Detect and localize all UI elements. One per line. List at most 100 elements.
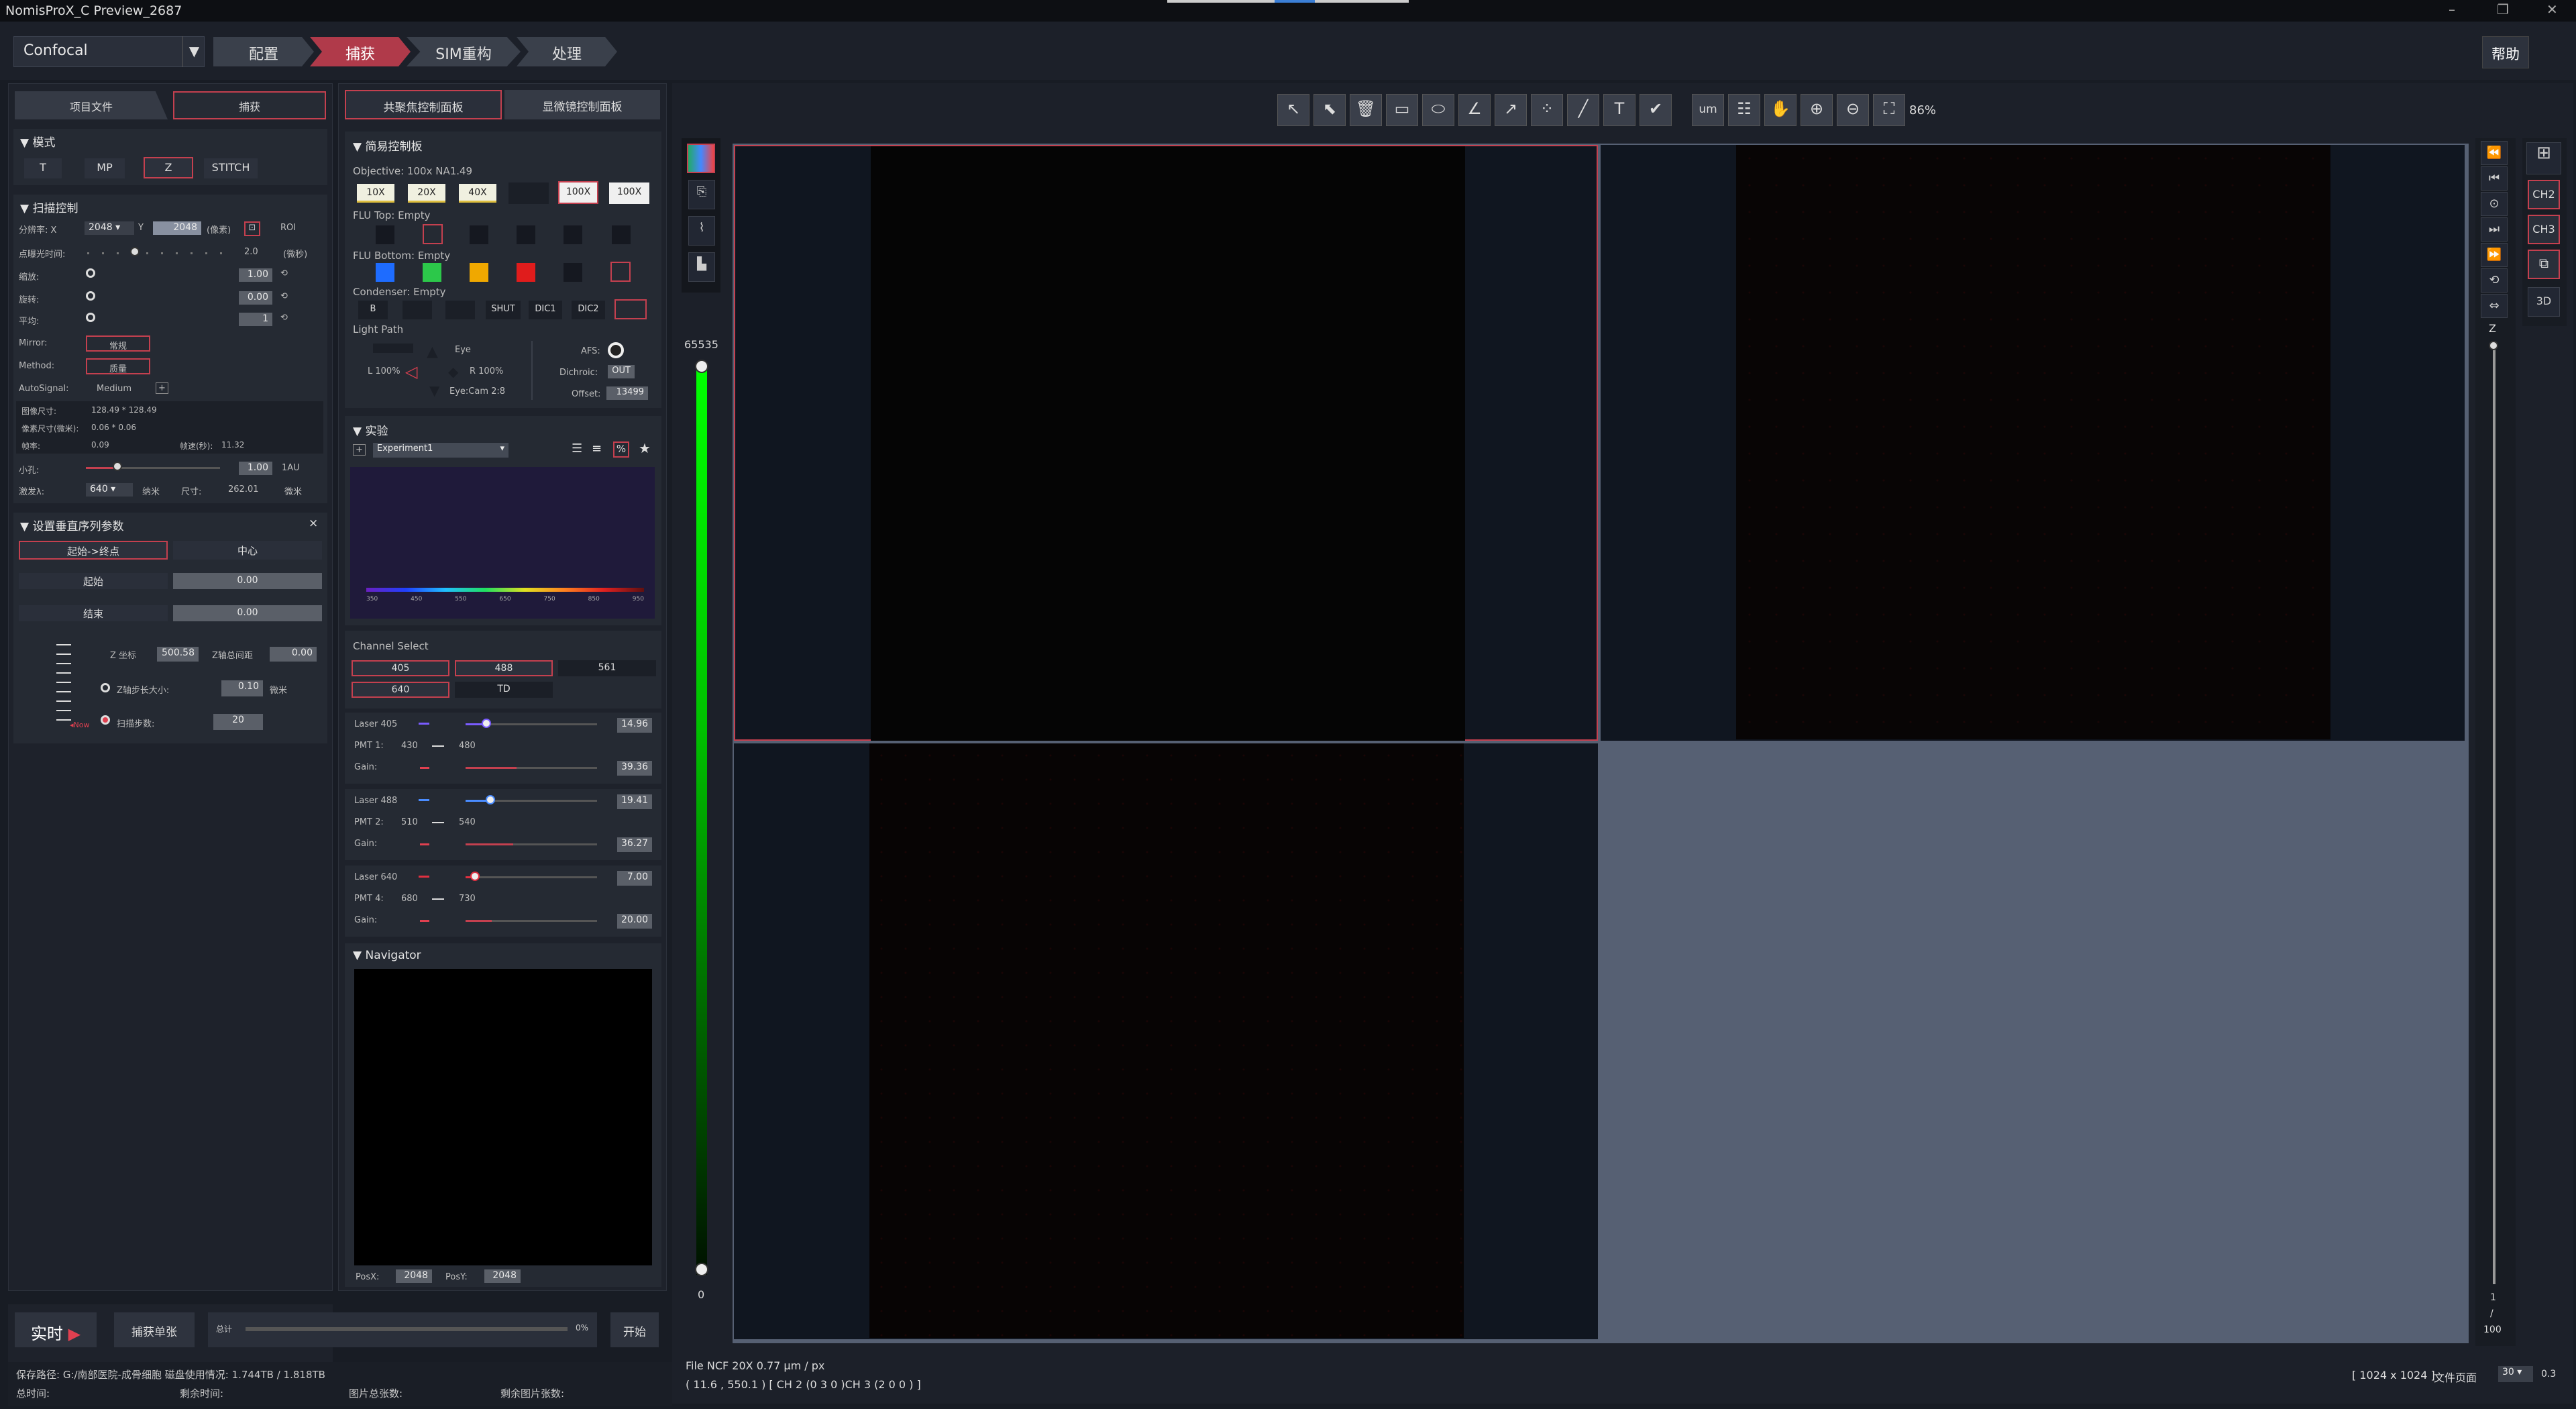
- next-frame-icon[interactable]: ⏭: [2481, 217, 2508, 242]
- dwell-knob[interactable]: [130, 247, 140, 256]
- start-button[interactable]: 开始: [610, 1312, 659, 1347]
- mirror-select[interactable]: 常规: [86, 335, 150, 352]
- pmt-low[interactable]: 430: [401, 741, 418, 751]
- autosignal-value[interactable]: Medium: [97, 384, 131, 394]
- count-icon[interactable]: ⁘: [1531, 94, 1563, 126]
- channel-color-icon[interactable]: [687, 144, 715, 173]
- lut-min-handle[interactable]: [695, 1263, 708, 1276]
- record-icon[interactable]: ⊙: [2481, 192, 2508, 216]
- image-tile-3[interactable]: [734, 743, 1598, 1339]
- flu-top-slot-1[interactable]: [376, 225, 394, 244]
- zoom-out-icon[interactable]: ⊖: [1837, 94, 1869, 126]
- pinhole-slider[interactable]: [119, 467, 220, 469]
- tab-sim[interactable]: SIM重构: [407, 37, 521, 66]
- zoom-in-icon[interactable]: ⊕: [1801, 94, 1833, 126]
- page-select[interactable]: 30 ▾: [2498, 1366, 2533, 1382]
- tab-process[interactable]: 处理: [517, 37, 617, 66]
- ch3-button[interactable]: CH3: [2528, 215, 2560, 244]
- hand-icon[interactable]: ✋: [1764, 94, 1796, 126]
- pmt-low[interactable]: 510: [401, 817, 418, 827]
- expand-icon[interactable]: +: [156, 382, 168, 394]
- reset-icon[interactable]: ⟲: [280, 291, 288, 301]
- steps-radio[interactable]: [101, 715, 110, 725]
- zseq-start-end-tab[interactable]: 起始->终点: [19, 541, 168, 560]
- zstep-field[interactable]: 0.10: [221, 680, 263, 696]
- tab-project-files[interactable]: 项目文件: [15, 91, 168, 119]
- star-icon[interactable]: ★: [639, 440, 651, 456]
- rotate-field[interactable]: 0.00: [239, 291, 272, 305]
- rectangle-icon[interactable]: ▭: [1386, 94, 1418, 126]
- flu-bottom-slot-5[interactable]: [564, 263, 582, 282]
- cond-slot-7[interactable]: [614, 299, 647, 319]
- channel-488-button[interactable]: 488: [455, 660, 553, 676]
- flu-bottom-slot-6[interactable]: [610, 262, 631, 282]
- pinhole-field[interactable]: 1.00: [239, 462, 272, 475]
- zseq-end-button[interactable]: 结束: [19, 605, 168, 621]
- zcoord-field[interactable]: 500.58: [157, 647, 199, 662]
- laser-slider-knob[interactable]: [482, 719, 491, 728]
- layout-grid-icon[interactable]: ⊞: [2526, 142, 2561, 174]
- dwell-slider[interactable]: [87, 252, 228, 254]
- zseq-start-button[interactable]: 起始: [19, 573, 168, 589]
- zseq-center-tab[interactable]: 中心: [173, 541, 322, 560]
- image-tile-1[interactable]: [734, 145, 1598, 741]
- gain-field[interactable]: 39.36: [617, 761, 652, 776]
- chevron-down-icon[interactable]: ▼: [182, 36, 205, 67]
- navigator-view[interactable]: [354, 969, 652, 1265]
- gain-field[interactable]: 20.00: [617, 914, 652, 929]
- navigator-title[interactable]: ▼ Navigator: [353, 949, 421, 962]
- lock-icon[interactable]: ⊡: [244, 221, 260, 236]
- posx-field[interactable]: 2048: [396, 1269, 432, 1283]
- avg-field[interactable]: 1: [239, 313, 272, 326]
- tab-config[interactable]: 配置: [213, 37, 314, 66]
- fit-screen-icon[interactable]: ⛶: [1873, 94, 1905, 126]
- help-button[interactable]: 帮助: [2482, 36, 2529, 68]
- tab-microscope-control[interactable]: 显微镜控制面板: [504, 90, 660, 119]
- channel-561-button[interactable]: 561: [558, 660, 656, 676]
- laser-slider-knob[interactable]: [470, 872, 480, 881]
- obj-100x-button[interactable]: 100X: [558, 181, 598, 204]
- flu-top-slot-5[interactable]: [564, 225, 582, 244]
- avg-knob[interactable]: [86, 313, 95, 322]
- posy-field[interactable]: 2048: [484, 1269, 521, 1283]
- res-y-field[interactable]: 2048: [153, 221, 201, 235]
- mode-title[interactable]: ▼ 模式: [20, 133, 55, 150]
- cond-dic1-button[interactable]: DIC1: [529, 301, 562, 319]
- fit-width-icon[interactable]: ⇔: [2481, 294, 2508, 318]
- laser-power-field[interactable]: 14.96: [617, 718, 652, 733]
- um-unit-icon[interactable]: um: [1692, 94, 1724, 126]
- mode-t-button[interactable]: T: [24, 158, 62, 178]
- laser-power-field[interactable]: 7.00: [617, 871, 652, 886]
- overlay-icon[interactable]: ⌇: [688, 216, 715, 246]
- list-numbered-icon[interactable]: ☷: [1728, 94, 1760, 126]
- channel-405-button[interactable]: 405: [352, 660, 449, 676]
- line-icon[interactable]: ╱: [1567, 94, 1599, 126]
- maximize-icon[interactable]: ❐: [2497, 1, 2509, 17]
- pinhole-knob[interactable]: [113, 462, 122, 471]
- laser-slider[interactable]: [466, 876, 597, 878]
- mode-stitch-button[interactable]: STITCH: [204, 158, 258, 178]
- method-select[interactable]: 质量: [86, 358, 150, 374]
- 3d-button[interactable]: 3D: [2528, 287, 2560, 317]
- cond-slot-3[interactable]: [445, 301, 475, 319]
- ztotal-field[interactable]: 0.00: [270, 647, 317, 662]
- mode-select[interactable]: Confocal: [13, 36, 205, 67]
- ch2-button[interactable]: CH2: [2528, 180, 2560, 209]
- multi-select-icon[interactable]: ⬉: [1313, 94, 1346, 126]
- lut-max-handle[interactable]: [695, 360, 708, 373]
- settings-list-icon[interactable]: ≡: [592, 441, 602, 456]
- mode-z-button[interactable]: Z: [144, 157, 193, 178]
- merge-icon[interactable]: ⧉: [2528, 250, 2560, 279]
- live-button[interactable]: 实时 ▶: [15, 1312, 97, 1347]
- delete-icon[interactable]: 🗑: [1350, 94, 1382, 126]
- zseq-title[interactable]: ▼ 设置垂直序列参数: [20, 517, 123, 533]
- roi-button[interactable]: ROI: [280, 223, 296, 233]
- percent-icon[interactable]: %: [613, 441, 629, 458]
- flu-filter-red[interactable]: [517, 263, 535, 282]
- flu-top-slot-4[interactable]: [517, 225, 535, 244]
- obj-empty-button[interactable]: [508, 182, 549, 204]
- cond-dic2-button[interactable]: DIC2: [572, 301, 605, 319]
- cond-slot-2[interactable]: [402, 301, 432, 319]
- experiment-select[interactable]: Experiment1 ▾: [373, 443, 508, 458]
- rotate-knob[interactable]: [86, 291, 95, 301]
